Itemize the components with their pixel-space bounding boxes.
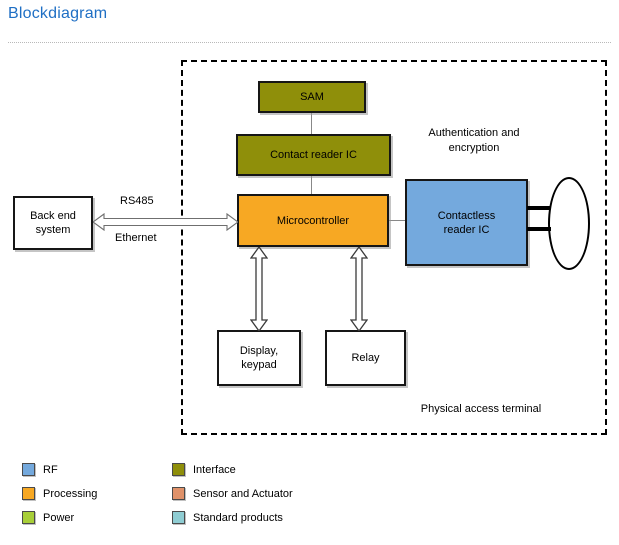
connector-contact-reader-to-microcontroller (311, 176, 312, 194)
legend-swatch-power (22, 511, 35, 524)
block-contactless-reader-ic-label-line2: reader IC (443, 223, 490, 236)
title-divider (8, 42, 611, 43)
antenna-lead-top (527, 206, 551, 210)
label-authentication-line1: Authentication and (428, 127, 520, 139)
block-relay[interactable]: Relay (325, 330, 406, 386)
label-authentication-and-encryption: Authentication and encryption (404, 126, 544, 156)
legend-swatch-processing (22, 487, 35, 500)
connector-sam-to-contact-reader (311, 113, 312, 134)
legend-swatch-interface (172, 463, 185, 476)
legend-item-processing: Processing (22, 487, 97, 500)
block-display-keypad-label-line1: Display, (239, 345, 279, 357)
label-ethernet: Ethernet (115, 232, 157, 244)
antenna-lead-bottom (527, 227, 551, 231)
legend-swatch-rf (22, 463, 35, 476)
legend-label-standard-products: Standard products (193, 511, 283, 524)
blockdiagram-page: Blockdiagram Physical access terminal SA… (0, 0, 619, 545)
block-contact-reader-ic-label: Contact reader IC (270, 149, 357, 161)
block-contact-reader-ic[interactable]: Contact reader IC (236, 134, 391, 176)
label-rs485: RS485 (120, 195, 154, 207)
block-relay-label: Relay (351, 352, 380, 364)
block-display-keypad-label: Display, keypad (240, 344, 278, 372)
legend-label-processing: Processing (43, 487, 98, 500)
block-display-keypad[interactable]: Display, keypad (217, 330, 301, 386)
block-sam[interactable]: SAM (258, 81, 366, 113)
legend-item-sensor-and-actuator: Sensor and Actuator (172, 487, 293, 500)
block-microcontroller[interactable]: Microcontroller (237, 194, 389, 247)
label-authentication-line2: encryption (448, 142, 500, 154)
legend-label-rf: RF (43, 463, 58, 476)
antenna-loop-icon (548, 177, 590, 270)
block-diagram: Physical access terminal SAM Contact rea… (0, 48, 619, 440)
legend-item-rf: RF (22, 463, 58, 476)
legend: RF Processing Power Interface Sensor and… (0, 458, 619, 538)
legend-item-power: Power (22, 511, 74, 524)
block-contactless-reader-ic[interactable]: Contactless reader IC (405, 179, 528, 266)
legend-label-power: Power (43, 511, 75, 524)
legend-swatch-standard-products (172, 511, 185, 524)
legend-item-interface: Interface (172, 463, 236, 476)
legend-label-sensor-and-actuator: Sensor and Actuator (193, 487, 293, 500)
block-contactless-reader-ic-label: Contactless reader IC (438, 209, 495, 237)
block-microcontroller-label: Microcontroller (276, 214, 350, 227)
page-title: Blockdiagram (8, 5, 108, 22)
legend-label-interface: Interface (193, 463, 236, 476)
block-contactless-reader-ic-label-line1: Contactless (437, 209, 496, 222)
block-back-end-system[interactable]: Back end system (13, 196, 93, 250)
connector-microcontroller-to-contactless-reader (389, 220, 406, 221)
legend-swatch-sensor-and-actuator (172, 487, 185, 500)
block-back-end-system-label-line2: system (35, 224, 71, 236)
double-arrow-microcontroller-display (250, 247, 268, 331)
legend-item-standard-products: Standard products (172, 511, 283, 524)
block-display-keypad-label-line2: keypad (241, 359, 277, 371)
block-back-end-system-label: Back end system (30, 209, 76, 237)
block-sam-label: SAM (300, 91, 324, 103)
block-back-end-system-label-line1: Back end (30, 210, 76, 222)
double-arrow-microcontroller-relay (350, 247, 368, 331)
physical-access-terminal-label: Physical access terminal (420, 403, 542, 415)
